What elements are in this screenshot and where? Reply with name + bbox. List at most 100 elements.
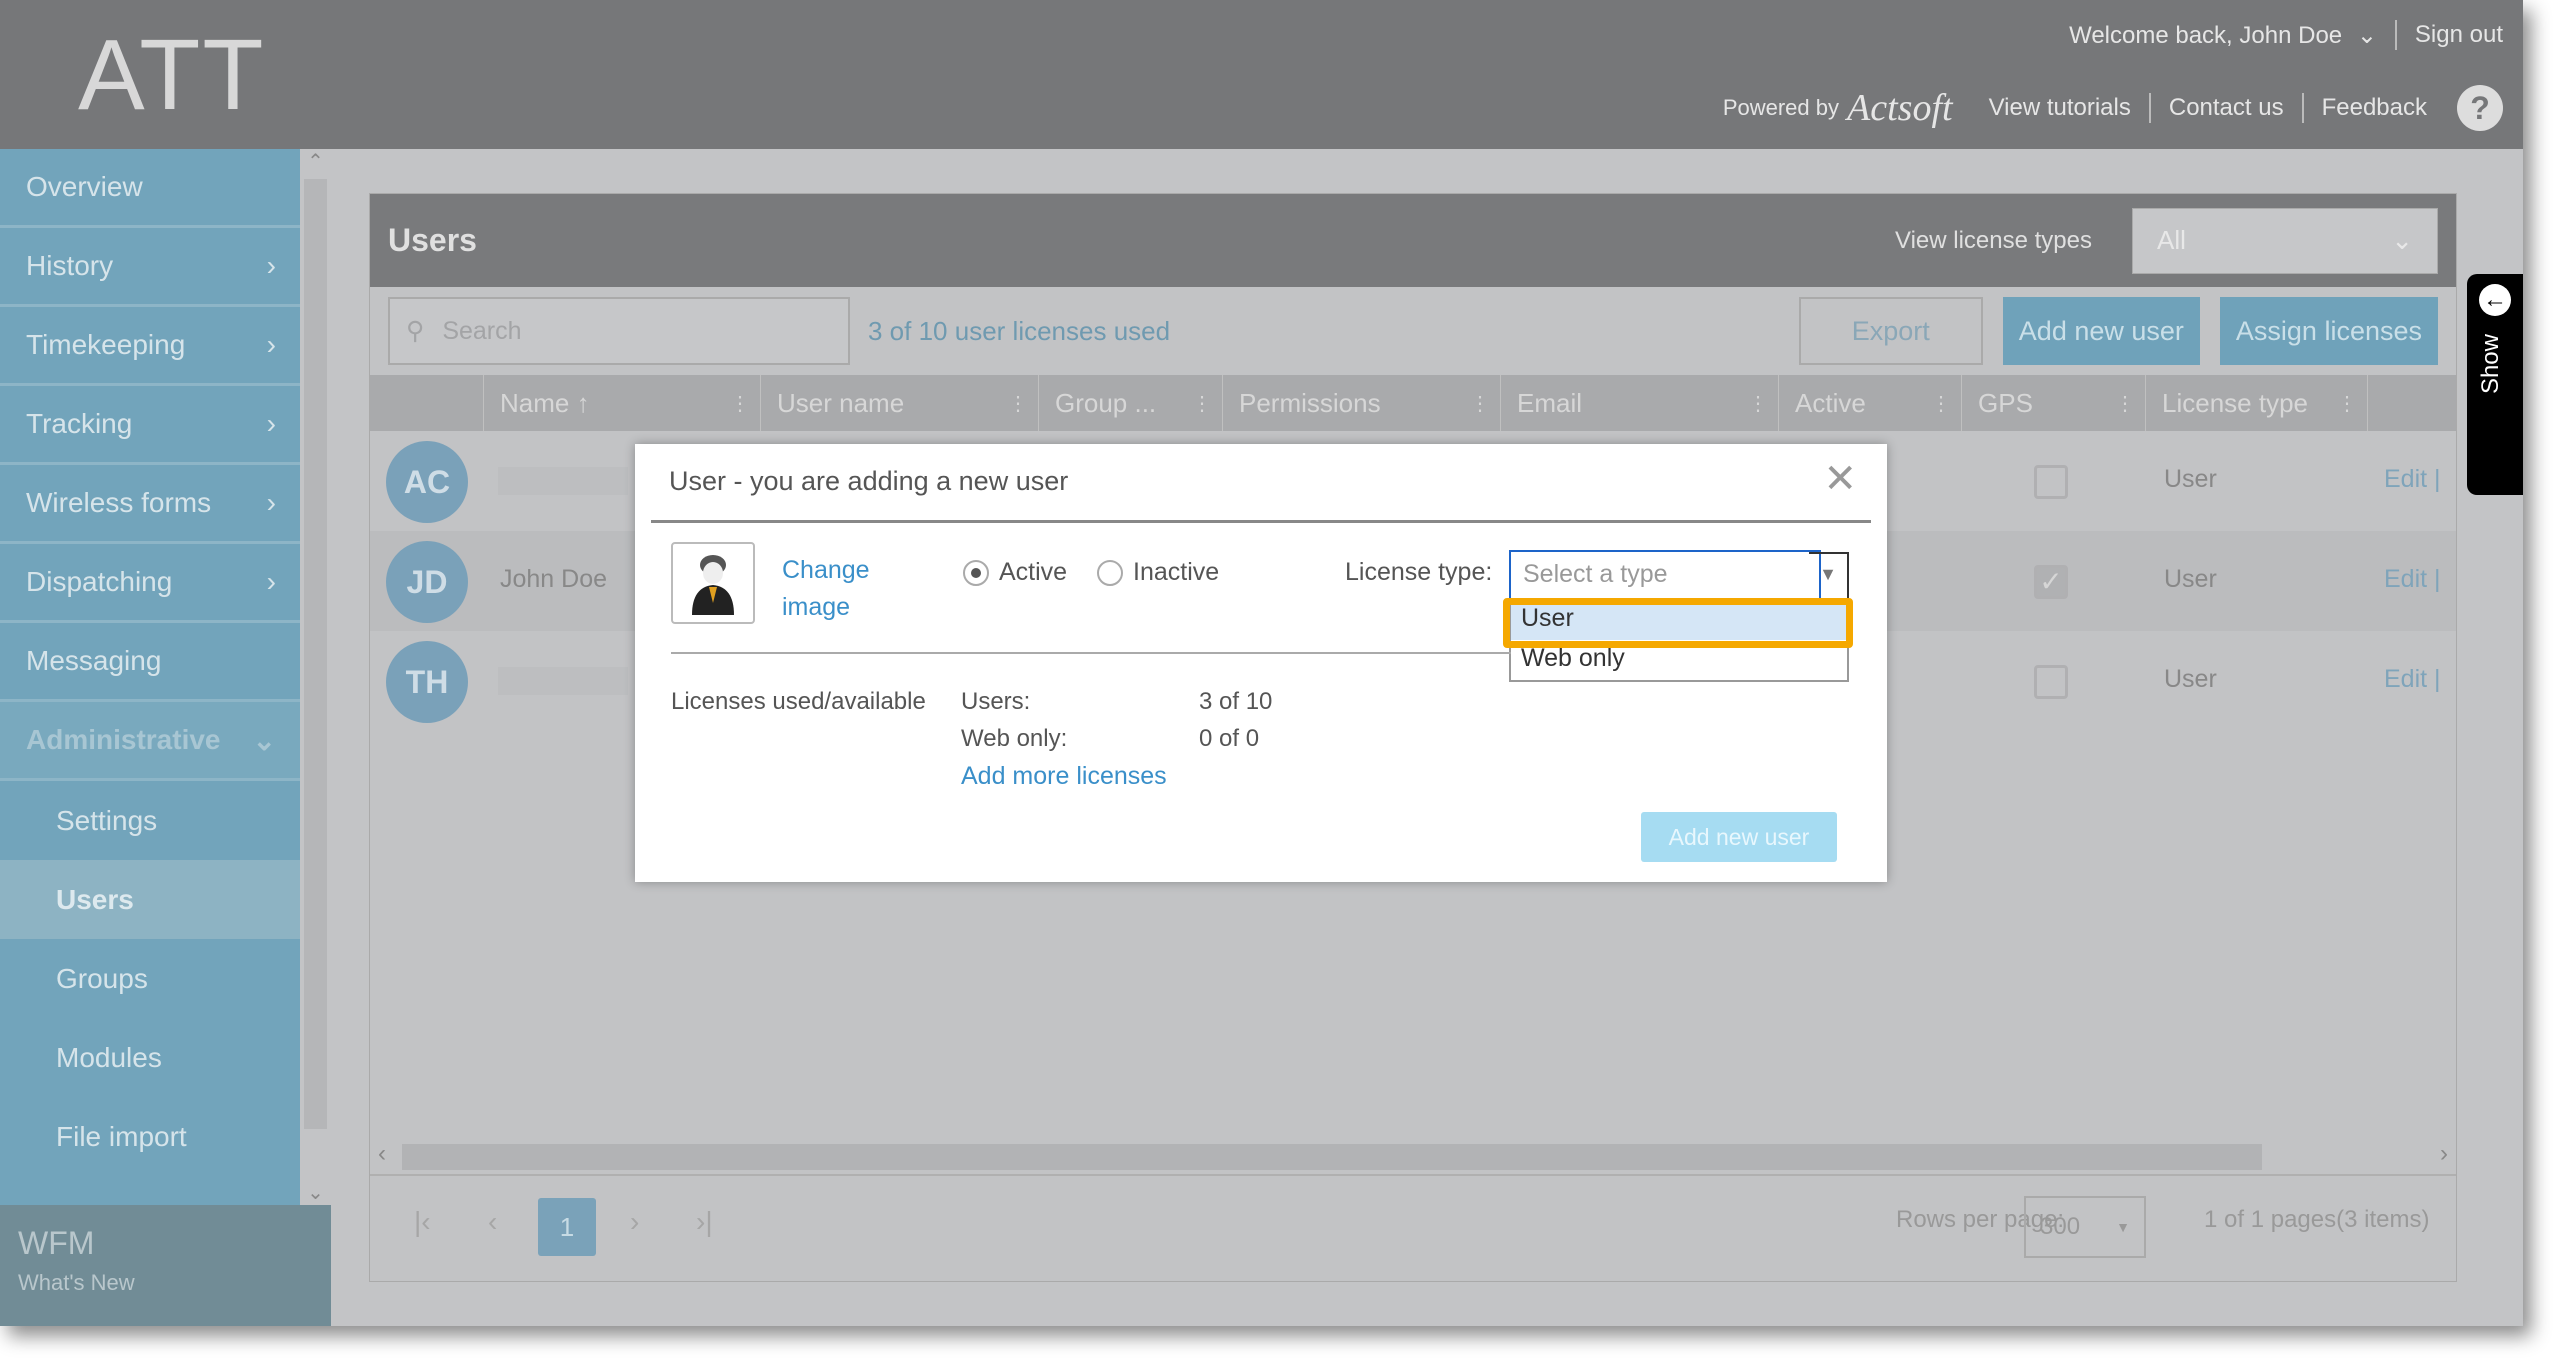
caret-down-icon[interactable]: ▼ (1809, 552, 1849, 600)
column-menu-icon[interactable]: ⋮ (1470, 391, 1490, 416)
sidebar-item-wireless-forms[interactable]: Wireless forms › (0, 465, 300, 544)
view-tutorials-link[interactable]: View tutorials (1971, 94, 2149, 122)
sidebar-scrollbar[interactable]: ⌃ ⌄ (300, 149, 331, 1205)
prev-page-icon[interactable]: ‹ (488, 1206, 497, 1238)
whats-new-panel[interactable]: WFM What's New (0, 1205, 331, 1326)
highlight-box (1503, 598, 1853, 648)
scrollbar-thumb[interactable] (304, 179, 327, 1129)
contact-us-link[interactable]: Contact us (2151, 94, 2302, 122)
sidebar-item-file-import[interactable]: File import (0, 1097, 300, 1176)
sidebar-item-timekeeping[interactable]: Timekeeping › (0, 307, 300, 386)
edit-link[interactable]: Edit | (2384, 665, 2441, 694)
sidebar-item-dispatching[interactable]: Dispatching › (0, 544, 300, 623)
sidebar-item-tracking[interactable]: Tracking › (0, 386, 300, 465)
assign-licenses-button[interactable]: Assign licenses (2219, 297, 2438, 365)
help-icon[interactable]: ? (2457, 85, 2503, 131)
edit-label: Edit (2384, 465, 2428, 493)
column-active[interactable]: Active ⋮ (1778, 375, 1961, 431)
column-menu-icon[interactable]: ⋮ (1192, 391, 1212, 416)
powered-by: Powered by Actsoft (1723, 86, 1953, 130)
gps-checkbox[interactable] (2034, 465, 2068, 499)
column-menu-icon[interactable]: ⋮ (1931, 391, 1951, 416)
active-radio[interactable]: Active (963, 558, 1067, 587)
sidebar-item-label: Tracking (26, 408, 133, 439)
sidebar-item-modules[interactable]: Modules (0, 1018, 300, 1097)
view-license-label: View license types (1895, 226, 2092, 254)
gps-checkbox[interactable] (2034, 665, 2068, 699)
column-group[interactable]: Group ... ⋮ (1038, 375, 1222, 431)
scroll-right-icon[interactable]: › (2440, 1140, 2448, 1168)
column-label: Permissions (1239, 387, 1381, 418)
horizontal-scrollbar[interactable]: ‹ › (370, 1140, 2456, 1170)
users-label: Users: (961, 688, 1031, 715)
scroll-left-icon[interactable]: ‹ (378, 1140, 386, 1168)
whats-new-link[interactable]: What's New (18, 1270, 313, 1296)
sidebar-item-users[interactable]: Users (0, 860, 300, 939)
column-license-type[interactable]: License type ⋮ (2145, 375, 2367, 431)
sign-out-link[interactable]: Sign out (2397, 21, 2503, 49)
feedback-link[interactable]: Feedback (2304, 94, 2445, 122)
gps-checkbox[interactable]: ✓ (2034, 565, 2068, 599)
divider (671, 652, 1511, 654)
license-type-label: License type: (1345, 558, 1493, 586)
show-panel-tab[interactable]: ← Show (2467, 274, 2523, 495)
scroll-down-icon[interactable]: ⌄ (300, 1180, 331, 1205)
chevron-right-icon: › (266, 250, 276, 281)
first-page-icon[interactable]: |‹ (414, 1206, 431, 1238)
column-user-name[interactable]: User name ⋮ (760, 375, 1038, 431)
sidebar-item-history[interactable]: History › (0, 228, 300, 307)
column-menu-icon[interactable]: ⋮ (1008, 391, 1028, 416)
chevron-right-icon: › (266, 487, 276, 518)
licenses-used-link[interactable]: 3 of 10 user licenses used (868, 316, 1779, 347)
scrollbar-thumb[interactable] (402, 1144, 2262, 1170)
license-type-select[interactable]: Select a type (1509, 550, 1821, 600)
search-input[interactable]: ⚲ Search (388, 297, 850, 365)
avatar: TH (386, 641, 468, 723)
column-email[interactable]: Email ⋮ (1500, 375, 1778, 431)
column-menu-icon[interactable]: ⋮ (2115, 391, 2135, 416)
sidebar-item-messaging[interactable]: Messaging (0, 623, 300, 702)
inactive-radio[interactable]: Inactive (1097, 558, 1219, 587)
user-silhouette-icon (692, 555, 734, 615)
edit-label: Edit (2384, 665, 2428, 693)
last-page-icon[interactable]: ›| (696, 1206, 713, 1238)
add-user-dialog: User - you are adding a new user ✕ Chang… (635, 444, 1887, 882)
sidebar-item-groups[interactable]: Groups (0, 939, 300, 1018)
chevron-down-icon: ⌄ (2391, 225, 2413, 255)
column-menu-icon[interactable]: ⋮ (2337, 391, 2357, 416)
user-menu[interactable]: Welcome back, John Doe ⌄ (2051, 21, 2395, 50)
logo: ATT (78, 19, 266, 131)
column-gps[interactable]: GPS ⋮ (1961, 375, 2145, 431)
next-page-icon[interactable]: › (630, 1206, 639, 1238)
license-type-filter[interactable]: All ⌄ (2132, 207, 2438, 274)
sidebar-item-overview[interactable]: Overview (0, 149, 300, 228)
rows-per-page-select[interactable]: 300 ▼ (2024, 1196, 2146, 1258)
sidebar-item-label: Wireless forms (26, 487, 212, 518)
column-permissions[interactable]: Permissions ⋮ (1222, 375, 1500, 431)
web-only-value: 0 of 0 (1199, 725, 1260, 752)
filter-value: All (2157, 225, 2186, 255)
chevron-right-icon: › (266, 566, 276, 597)
add-new-user-button[interactable]: Add new user (2002, 297, 2200, 365)
close-icon[interactable]: ✕ (1823, 456, 1857, 502)
radio-label: Active (999, 558, 1068, 586)
page-button[interactable]: 1 (538, 1198, 596, 1256)
column-name[interactable]: Name ↑ ⋮ (483, 375, 760, 431)
sidebar-item-settings[interactable]: Settings (0, 781, 300, 860)
scroll-up-icon[interactable]: ⌃ (300, 149, 331, 174)
sidebar-item-administrative[interactable]: Administrative ⌄ (0, 702, 300, 781)
column-menu-icon[interactable]: ⋮ (730, 391, 750, 416)
add-more-licenses-link[interactable]: Add more licenses (961, 762, 1167, 791)
actsoft-logo: Actsoft (1847, 87, 1953, 129)
chevron-down-icon: ⌄ (2356, 21, 2377, 49)
column-menu-icon[interactable]: ⋮ (1748, 391, 1768, 416)
page-title: Users (388, 222, 477, 258)
add-new-user-submit-button[interactable]: Add new user (1641, 812, 1837, 862)
edit-link[interactable]: Edit | (2384, 465, 2441, 494)
change-image-link[interactable]: Change image (782, 552, 882, 626)
edit-link[interactable]: Edit | (2384, 565, 2441, 594)
export-button[interactable]: Export (1798, 297, 1983, 365)
wfm-title: WFM (18, 1225, 95, 1261)
sidebar-item-label: Groups (56, 962, 148, 994)
chevron-right-icon: › (266, 329, 276, 360)
